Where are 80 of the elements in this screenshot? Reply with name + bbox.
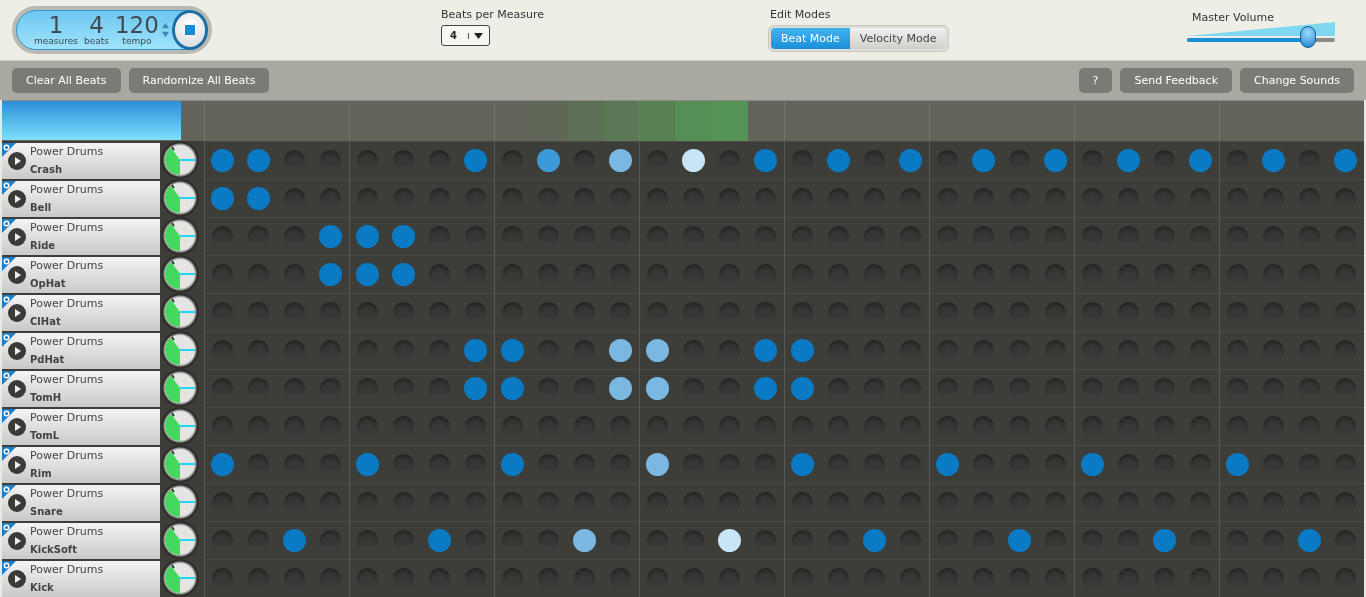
beat-on[interactable] bbox=[536, 149, 560, 172]
play-button[interactable] bbox=[7, 302, 27, 323]
beat-on[interactable] bbox=[646, 453, 670, 476]
track-kit: Power Drums bbox=[30, 258, 104, 273]
volume-knob[interactable] bbox=[160, 406, 200, 446]
transport-value[interactable]: 4 bbox=[89, 14, 104, 37]
beat-on[interactable] bbox=[681, 149, 705, 172]
beat-on[interactable] bbox=[646, 377, 670, 400]
transport-label: tempo bbox=[122, 37, 152, 46]
track-name: Bell bbox=[30, 202, 53, 215]
track-name: PdHat bbox=[30, 354, 66, 367]
track-kit: Power Drums bbox=[30, 372, 104, 387]
volume-knob[interactable] bbox=[160, 216, 200, 256]
play-button[interactable] bbox=[7, 454, 27, 475]
mode-tab[interactable]: Velocity Mode bbox=[849, 28, 947, 49]
up-down-arrows-icon[interactable] bbox=[160, 20, 170, 40]
track-kit: Power Drums bbox=[30, 220, 104, 235]
beat-on[interactable] bbox=[718, 529, 742, 552]
track-name: Kick bbox=[30, 582, 55, 595]
transport-label: measures bbox=[34, 37, 78, 46]
volume-knob[interactable] bbox=[160, 330, 200, 370]
track-name: KickSoft bbox=[30, 544, 78, 557]
track-name: Ride bbox=[30, 240, 57, 253]
track-kit: Power Drums bbox=[30, 486, 104, 501]
toolbar-button[interactable]: Change Sounds bbox=[1240, 68, 1354, 93]
play-button[interactable] bbox=[7, 530, 27, 551]
track-kit: Power Drums bbox=[30, 524, 104, 539]
volume-knob[interactable] bbox=[160, 178, 200, 218]
beat-on[interactable] bbox=[609, 377, 633, 400]
track-kit: Power Drums bbox=[30, 410, 104, 425]
track-name: Snare bbox=[30, 506, 64, 519]
track-name: TomL bbox=[30, 430, 61, 443]
play-button[interactable] bbox=[7, 492, 27, 513]
stop-button[interactable] bbox=[171, 10, 208, 50]
beat-on[interactable] bbox=[609, 339, 633, 362]
volume-knob[interactable] bbox=[160, 140, 200, 180]
slider-thumb[interactable] bbox=[1300, 26, 1317, 48]
mode-tab[interactable]: Beat Mode bbox=[771, 28, 850, 49]
volume-knob[interactable] bbox=[160, 558, 200, 597]
play-button[interactable] bbox=[7, 188, 27, 209]
volume-knob[interactable] bbox=[160, 520, 200, 560]
beat-on[interactable] bbox=[646, 339, 670, 362]
play-button[interactable] bbox=[7, 378, 27, 399]
edit-modes-label: Edit Modes bbox=[770, 8, 832, 21]
master-volume-label: Master Volume bbox=[1192, 11, 1275, 24]
track-name: TomH bbox=[30, 392, 63, 405]
track-kit: Power Drums bbox=[30, 334, 104, 349]
track-kit: Power Drums bbox=[30, 144, 104, 159]
track-name: Rim bbox=[30, 468, 53, 481]
track-name: OpHat bbox=[30, 278, 67, 291]
volume-knob[interactable] bbox=[160, 292, 200, 332]
play-button[interactable] bbox=[7, 416, 27, 437]
volume-knob[interactable] bbox=[160, 368, 200, 408]
dropdown-arrow-icon bbox=[468, 32, 483, 39]
toolbar-button[interactable]: Clear All Beats bbox=[12, 68, 121, 93]
transport-label: beats bbox=[83, 37, 109, 46]
beats-per-measure-label: Beats per Measure bbox=[441, 8, 546, 21]
transport-value[interactable]: 1 bbox=[48, 14, 64, 37]
beat-on[interactable] bbox=[609, 149, 633, 172]
volume-knob[interactable] bbox=[160, 444, 200, 484]
beat-on[interactable] bbox=[573, 529, 597, 552]
toolbar-button[interactable]: Randomize All Beats bbox=[128, 68, 270, 93]
toolbar-button[interactable]: Send Feedback bbox=[1120, 68, 1232, 93]
play-button[interactable] bbox=[7, 568, 27, 589]
volume-knob[interactable] bbox=[160, 254, 200, 294]
play-button[interactable] bbox=[7, 340, 27, 361]
track-kit: Power Drums bbox=[30, 296, 104, 311]
master-volume-slider[interactable] bbox=[1187, 22, 1335, 48]
transport-value[interactable]: 120 bbox=[114, 14, 159, 37]
track-kit: Power Drums bbox=[30, 448, 104, 463]
play-button[interactable] bbox=[7, 226, 27, 247]
play-button[interactable] bbox=[7, 264, 27, 285]
track-kit: Power Drums bbox=[30, 562, 104, 577]
track-kit: Power Drums bbox=[30, 182, 104, 197]
volume-knob[interactable] bbox=[160, 482, 200, 522]
toolbar-button[interactable]: ? bbox=[1078, 68, 1113, 93]
beats-per-measure-dropdown[interactable]: 4 bbox=[441, 25, 490, 46]
track-name: ClHat bbox=[30, 316, 62, 329]
track-name: Crash bbox=[30, 164, 64, 177]
play-button[interactable] bbox=[7, 150, 27, 171]
